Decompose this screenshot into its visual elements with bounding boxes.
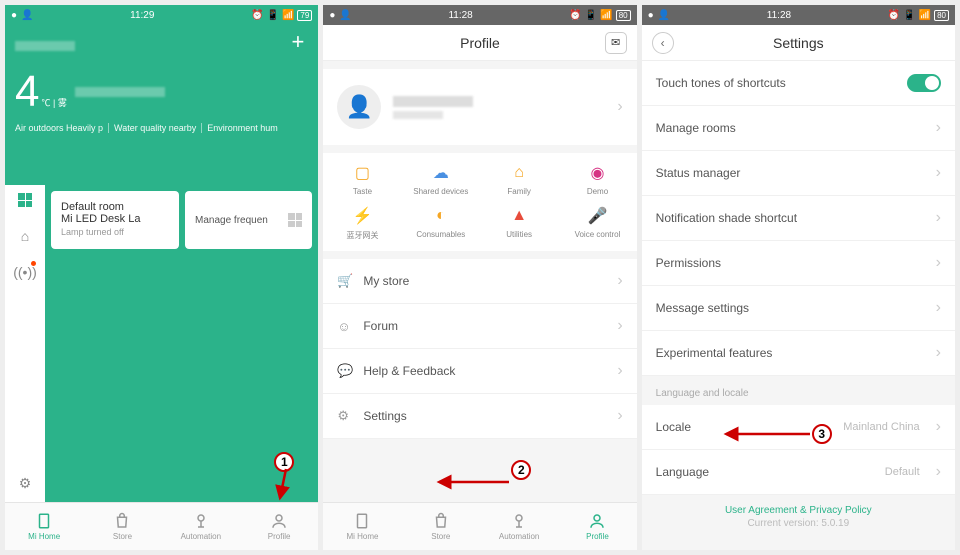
section-header: Language and locale [642, 376, 955, 405]
feature-grid: ▢Taste☁Shared devices⌂Family◉Demo ⚡蓝牙网关◐C… [323, 153, 636, 251]
screen-settings: ●👤 11:28 ⏰📱📶80 ‹ Settings Touch tones of… [642, 5, 955, 550]
grid-item-蓝牙网关[interactable]: ⚡蓝牙网关 [323, 206, 401, 241]
screen-home: ●👤 11:29 ⏰📱📶79 + 4 ℃ | 雾 Air outdoors He… [5, 5, 318, 550]
setting-touch-tones-of-shortcuts[interactable]: Touch tones of shortcuts [642, 61, 955, 106]
nav-automation[interactable]: Automation [480, 503, 558, 550]
setting-message-settings[interactable]: Message settings› [642, 286, 955, 331]
menu-item-forum[interactable]: ☺Forum› [323, 304, 636, 349]
nav-store[interactable]: Store [402, 503, 480, 550]
grid-item-demo[interactable]: ◉Demo [558, 163, 636, 196]
nav-store[interactable]: Store [83, 503, 161, 550]
temperature: 4 ℃ | 雾 [15, 67, 308, 117]
header: ‹ Settings [642, 25, 955, 61]
header: Profile ✉ [323, 25, 636, 61]
menu-item-settings[interactable]: ⚙Settings› [323, 394, 636, 439]
setting-locale[interactable]: LocaleMainland China› [642, 405, 955, 450]
device-card[interactable]: Default room Mi LED Desk La Lamp turned … [51, 191, 179, 249]
nav-profile[interactable]: Profile [558, 503, 636, 550]
bottom-nav: Mi Home Store Automation Profile [323, 502, 636, 550]
version-text: Current version: 5.0.19 [652, 518, 945, 529]
nav-home[interactable]: Mi Home [5, 503, 83, 550]
gear-icon[interactable]: ⚙ [16, 474, 34, 492]
avatar: 👤 [337, 85, 381, 129]
grid-item-shared-devices[interactable]: ☁Shared devices [402, 163, 480, 196]
status-bar: ●👤 11:28 ⏰📱📶80 [642, 5, 955, 25]
setting-permissions[interactable]: Permissions› [642, 241, 955, 286]
manage-card[interactable]: Manage frequen [185, 191, 312, 249]
mail-icon[interactable]: ✉ [605, 32, 627, 54]
chevron-right-icon: › [617, 98, 622, 116]
back-button[interactable]: ‹ [652, 32, 674, 54]
page-title: Settings [773, 35, 824, 51]
nav-home[interactable]: Mi Home [323, 503, 401, 550]
grid-item-utilities[interactable]: ▲Utilities [480, 206, 558, 241]
nav-automation[interactable]: Automation [162, 503, 240, 550]
menu-item-help-feedback[interactable]: 💬Help & Feedback› [323, 349, 636, 394]
add-icon[interactable]: + [291, 29, 304, 55]
signal-icon[interactable]: ((•)) [16, 263, 34, 281]
side-rail: ⌂ ((•)) ⚙ [5, 185, 45, 502]
policy-link[interactable]: User Agreement & Privacy Policy [652, 505, 945, 516]
grid-icon[interactable] [16, 191, 34, 209]
screen-profile: ●👤 11:28 ⏰📱📶80 Profile ✉ 👤 › ▢Taste☁Shar… [323, 5, 636, 550]
setting-language[interactable]: LanguageDefault› [642, 450, 955, 495]
user-row[interactable]: 👤 › [323, 69, 636, 145]
weather-header: + 4 ℃ | 雾 Air outdoors Heavily pWater qu… [5, 25, 318, 185]
bottom-nav: Mi Home Store Automation Profile [5, 502, 318, 550]
grid-item-consumables[interactable]: ◐Consumables [402, 206, 480, 241]
grid-item-family[interactable]: ⌂Family [480, 163, 558, 196]
footer: User Agreement & Privacy Policy Current … [642, 495, 955, 539]
grid-item-taste[interactable]: ▢Taste [323, 163, 401, 196]
status-bar: ●👤 11:28 ⏰📱📶80 [323, 5, 636, 25]
toggle-switch[interactable] [907, 74, 941, 92]
page-title: Profile [460, 35, 500, 51]
menu-item-my-store[interactable]: 🛒My store› [323, 259, 636, 304]
setting-manage-rooms[interactable]: Manage rooms› [642, 106, 955, 151]
setting-notification-shade-shortcut[interactable]: Notification shade shortcut› [642, 196, 955, 241]
setting-status-manager[interactable]: Status manager› [642, 151, 955, 196]
home-icon[interactable]: ⌂ [16, 227, 34, 245]
grid-item-voice-control[interactable]: 🎤Voice control [558, 206, 636, 241]
status-bar: ●👤 11:29 ⏰📱📶79 [5, 5, 318, 25]
setting-experimental-features[interactable]: Experimental features› [642, 331, 955, 376]
nav-profile[interactable]: Profile [240, 503, 318, 550]
